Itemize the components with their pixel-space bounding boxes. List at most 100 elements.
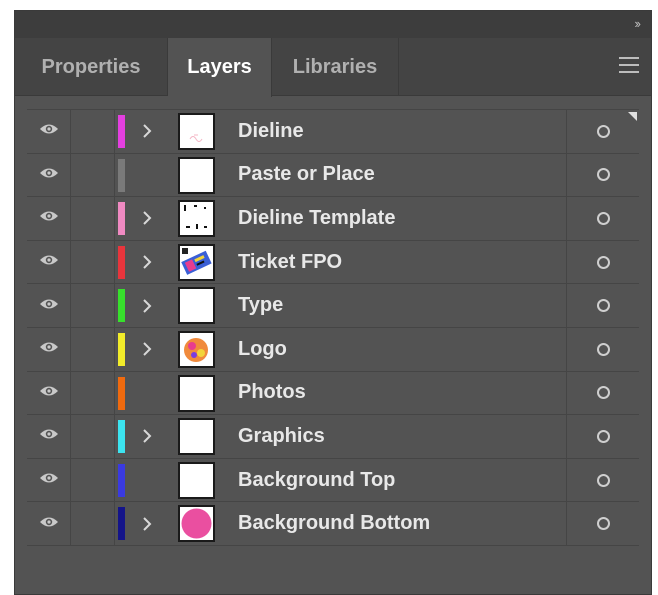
lock-toggle[interactable] <box>71 240 115 284</box>
layer-row-photos[interactable]: Photos <box>27 371 639 416</box>
target-circle-icon <box>596 168 610 182</box>
layer-thumbnail <box>178 200 215 238</box>
visibility-toggle[interactable] <box>27 110 71 153</box>
target-circle-icon <box>596 473 610 487</box>
layer-row-graphics[interactable]: Graphics <box>27 415 639 459</box>
layer-row-type[interactable]: Type <box>27 284 639 328</box>
layer-color-swatch <box>118 420 125 454</box>
tab-layers[interactable]: Layers <box>168 38 272 97</box>
layer-thumbnail <box>178 505 215 543</box>
layer-row-dieline-template[interactable]: Dieline Template <box>27 197 639 241</box>
expand-chevron-icon[interactable] <box>135 241 159 284</box>
visibility-toggle[interactable] <box>27 371 71 415</box>
layer-row-paste-or-place[interactable]: Paste or Place <box>27 153 639 198</box>
layer-color-swatch <box>118 158 125 192</box>
eye-icon <box>39 515 59 533</box>
layer-thumbnail <box>178 461 215 499</box>
layer-name[interactable]: Background Bottom <box>238 502 430 545</box>
target-circle-icon <box>596 124 610 138</box>
eye-icon <box>39 122 59 140</box>
lock-toggle[interactable] <box>71 371 115 415</box>
layer-name[interactable]: Photos <box>238 372 306 415</box>
layer-thumbnail <box>178 243 215 281</box>
layer-row-background-top[interactable]: Background Top <box>27 458 639 503</box>
layer-thumbnail <box>178 330 215 368</box>
lock-toggle[interactable] <box>71 327 115 371</box>
layer-color-swatch <box>118 289 125 323</box>
layer-row-ticket-fpo[interactable]: Ticket FPO <box>27 240 639 285</box>
eye-icon <box>39 166 59 184</box>
double-chevron-right-icon[interactable]: ›› <box>634 16 641 31</box>
target-toggle[interactable] <box>566 371 639 415</box>
layer-row-background-bottom[interactable]: Background Bottom <box>27 502 639 546</box>
target-toggle[interactable] <box>566 502 639 545</box>
lock-toggle[interactable] <box>71 458 115 502</box>
layer-color-swatch <box>118 507 125 541</box>
layer-thumbnail <box>178 287 215 325</box>
eye-icon <box>39 340 59 358</box>
layer-row-logo[interactable]: Logo <box>27 327 639 372</box>
lock-toggle[interactable] <box>71 110 115 153</box>
eye-icon <box>39 384 59 402</box>
visibility-toggle[interactable] <box>27 458 71 502</box>
layer-color-swatch <box>118 115 125 148</box>
expand-chevron-icon[interactable] <box>135 415 159 458</box>
expand-chevron-icon[interactable] <box>135 284 159 327</box>
visibility-toggle[interactable] <box>27 197 71 240</box>
target-circle-icon <box>596 386 610 400</box>
visibility-toggle[interactable] <box>27 502 71 545</box>
lock-toggle[interactable] <box>71 197 115 240</box>
layer-name[interactable]: Background Top <box>238 459 395 502</box>
expand-chevron-icon[interactable] <box>135 197 159 240</box>
visibility-toggle[interactable] <box>27 284 71 327</box>
layer-color-swatch <box>118 332 125 366</box>
hamburger-menu-icon[interactable] <box>619 57 639 75</box>
layer-thumbnail <box>178 374 215 412</box>
eye-icon <box>39 253 59 271</box>
lock-toggle[interactable] <box>71 415 115 458</box>
layer-name[interactable]: Dieline <box>238 110 304 153</box>
target-circle-icon <box>596 342 610 356</box>
layer-name[interactable]: Logo <box>238 328 287 371</box>
target-toggle[interactable] <box>566 458 639 502</box>
current-layer-indicator-icon <box>628 112 637 121</box>
layer-color-swatch <box>118 463 125 497</box>
visibility-toggle[interactable] <box>27 153 71 197</box>
target-toggle[interactable] <box>566 153 639 197</box>
tab-properties[interactable]: Properties <box>15 38 168 96</box>
layer-thumbnail <box>178 418 215 456</box>
layers-empty-area[interactable] <box>27 546 639 594</box>
layer-name[interactable]: Ticket FPO <box>238 241 342 284</box>
visibility-toggle[interactable] <box>27 327 71 371</box>
target-toggle[interactable] <box>566 327 639 371</box>
eye-icon <box>39 209 59 227</box>
layer-thumbnail <box>178 156 215 194</box>
target-circle-icon <box>596 211 610 225</box>
layer-name[interactable]: Paste or Place <box>238 154 375 197</box>
tab-libraries[interactable]: Libraries <box>272 38 399 96</box>
layer-color-swatch <box>118 245 125 279</box>
target-toggle[interactable] <box>566 240 639 284</box>
lock-toggle[interactable] <box>71 284 115 327</box>
layer-name[interactable]: Dieline Template <box>238 197 395 240</box>
expand-chevron-icon[interactable] <box>135 502 159 545</box>
expand-chevron-icon[interactable] <box>135 328 159 371</box>
target-toggle[interactable] <box>566 284 639 327</box>
target-toggle[interactable] <box>566 415 639 458</box>
target-circle-icon <box>596 429 610 443</box>
panel-collapse-bar: ›› <box>15 11 651 38</box>
visibility-toggle[interactable] <box>27 415 71 458</box>
layer-name[interactable]: Type <box>238 284 283 327</box>
lock-toggle[interactable] <box>71 502 115 545</box>
layer-name[interactable]: Graphics <box>238 415 325 458</box>
layers-panel: ›› Properties Layers Libraries Dieline Pa… <box>14 10 652 595</box>
eye-icon <box>39 471 59 489</box>
visibility-toggle[interactable] <box>27 240 71 284</box>
lock-toggle[interactable] <box>71 153 115 197</box>
layer-color-swatch <box>118 202 125 236</box>
expand-chevron-icon[interactable] <box>135 110 159 153</box>
target-toggle[interactable] <box>566 197 639 240</box>
target-circle-icon <box>596 517 610 531</box>
layer-row-dieline[interactable]: Dieline <box>27 110 639 154</box>
target-circle-icon <box>596 299 610 313</box>
